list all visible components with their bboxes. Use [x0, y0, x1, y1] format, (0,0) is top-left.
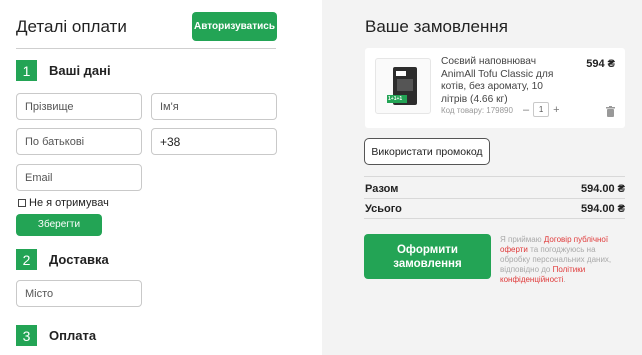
checkout-title: Деталі оплати	[16, 17, 127, 36]
legal-text: .	[563, 275, 566, 284]
legal-text: Я приймаю	[500, 235, 544, 244]
not-recipient-label: Не я отримувач	[29, 197, 109, 209]
decrease-button[interactable]: –	[523, 104, 529, 116]
checkbox-box[interactable]	[18, 199, 26, 207]
last-name-field[interactable]: Прізвище	[16, 93, 142, 120]
product-image-icon	[387, 67, 417, 105]
step-delivery: 2 Доставка	[16, 249, 109, 270]
city-field[interactable]: Місто	[16, 280, 142, 307]
step-number: 1	[16, 60, 37, 81]
subtotal-value: 594.00 ₴	[580, 183, 625, 195]
summary-divider	[364, 198, 625, 199]
order-title: Ваше замовлення	[365, 17, 508, 36]
increase-button[interactable]: +	[553, 104, 559, 116]
phone-field[interactable]: +38	[151, 128, 277, 155]
step-payment: 3 Оплата	[16, 325, 96, 346]
cart-item: 1+1+1 Соєвий наповнювач AnimAll Tofu Cla…	[365, 48, 625, 128]
product-name[interactable]: Соєвий наповнювач AnimAll Tofu Classic д…	[441, 56, 569, 106]
not-recipient-checkbox[interactable]: Не я отримувач	[18, 197, 109, 209]
product-thumbnail[interactable]: 1+1+1	[375, 58, 431, 114]
step-label: Доставка	[49, 252, 109, 267]
legal-notice: Я приймаю Договір публічної оферти та по…	[500, 235, 625, 285]
step-number: 2	[16, 249, 37, 270]
quantity-stepper: – 1 +	[523, 102, 560, 117]
summary-divider	[364, 176, 625, 177]
product-sku: Код товару: 179890	[441, 106, 513, 115]
title-divider	[16, 48, 276, 49]
thumb-badge: 1+1+1	[388, 96, 403, 102]
step-number: 3	[16, 325, 37, 346]
login-button[interactable]: Авторизуватись	[192, 12, 277, 41]
subtotal-label: Разом	[365, 183, 399, 195]
quantity-input[interactable]: 1	[533, 102, 550, 117]
step-label: Ваші дані	[49, 63, 111, 78]
promo-code-button[interactable]: Використати промокод	[364, 138, 490, 165]
first-name-field[interactable]: Ім'я	[151, 93, 277, 120]
total-value: 594.00 ₴	[580, 203, 625, 215]
total-label: Усього	[365, 203, 402, 215]
trash-icon[interactable]	[606, 104, 615, 122]
save-button[interactable]: Зберегти	[16, 214, 102, 236]
submit-order-button[interactable]: Оформити замовлення	[364, 234, 491, 279]
product-price: 594 ₴	[586, 58, 615, 70]
email-field[interactable]: Email	[16, 164, 142, 191]
step-personal-data: 1 Ваші дані	[16, 60, 111, 81]
step-label: Оплата	[49, 328, 97, 343]
middle-name-field[interactable]: По батькові	[16, 128, 142, 155]
summary-divider	[364, 218, 625, 219]
